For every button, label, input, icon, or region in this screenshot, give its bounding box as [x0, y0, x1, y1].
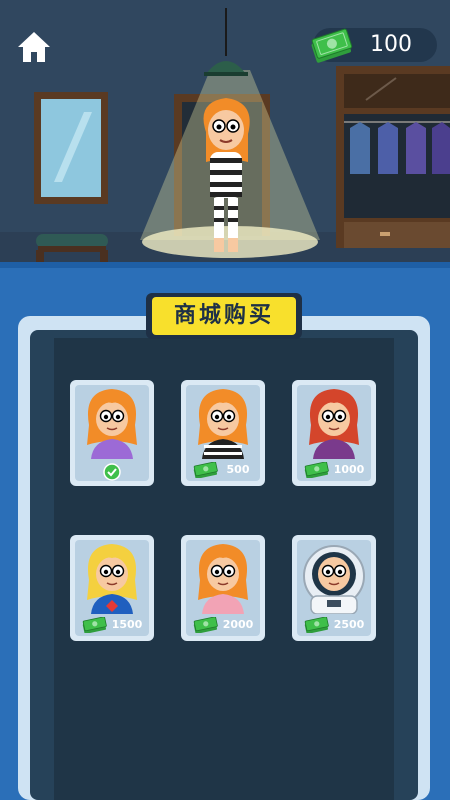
money-stack-icon: [311, 28, 353, 63]
wall-mirror: [34, 92, 108, 204]
price-row: 1000: [297, 461, 371, 479]
outfit-price: 2000: [222, 618, 254, 631]
money-stack-icon: [193, 462, 218, 478]
outfit-card[interactable]: 2000: [181, 535, 265, 641]
outfit-price: 500: [226, 463, 250, 476]
outfit-card-inner: 2500: [297, 540, 371, 636]
money-stack-icon: [193, 617, 218, 633]
price-row: 500: [186, 461, 260, 479]
price-row: 2500: [297, 616, 371, 634]
outfit-card-inner: 500: [186, 385, 260, 481]
outfit-card[interactable]: 1000: [292, 380, 376, 486]
price-row: 2000: [186, 616, 260, 634]
outfit-portrait: [87, 389, 137, 459]
outfit-card[interactable]: [70, 380, 154, 486]
outfit-card[interactable]: 1500: [70, 535, 154, 641]
outfit-card-inner: 1000: [297, 385, 371, 481]
outfit-portrait: [303, 545, 365, 614]
outfit-card-inner: 1500: [75, 540, 149, 636]
ceiling-lamp: [204, 8, 248, 76]
outfit-portrait: [87, 544, 137, 614]
outfit-card[interactable]: 2500: [292, 535, 376, 641]
money-stack-icon: [304, 617, 329, 633]
money-stack-icon: [82, 617, 107, 633]
outfit-card[interactable]: 500: [181, 380, 265, 486]
player-character: [203, 98, 250, 252]
outfit-price: 1000: [333, 463, 365, 476]
shop-title: 商城购买: [173, 303, 274, 328]
money-amount: 100: [370, 32, 412, 57]
outfit-price: 1500: [111, 618, 143, 631]
outfit-portrait: [309, 389, 359, 459]
outfit-price: 2500: [333, 618, 365, 631]
outfit-card-inner: [75, 385, 149, 481]
home-icon[interactable]: [16, 30, 52, 64]
price-row: 1500: [75, 616, 149, 634]
check-circle-icon: [103, 463, 121, 481]
outfit-portrait: [198, 389, 248, 459]
bench: [36, 234, 108, 262]
wardrobe: [336, 66, 450, 248]
outfit-card-inner: 2000: [186, 540, 260, 636]
outfit-portrait: [198, 544, 248, 614]
money-stack-icon: [304, 462, 329, 478]
